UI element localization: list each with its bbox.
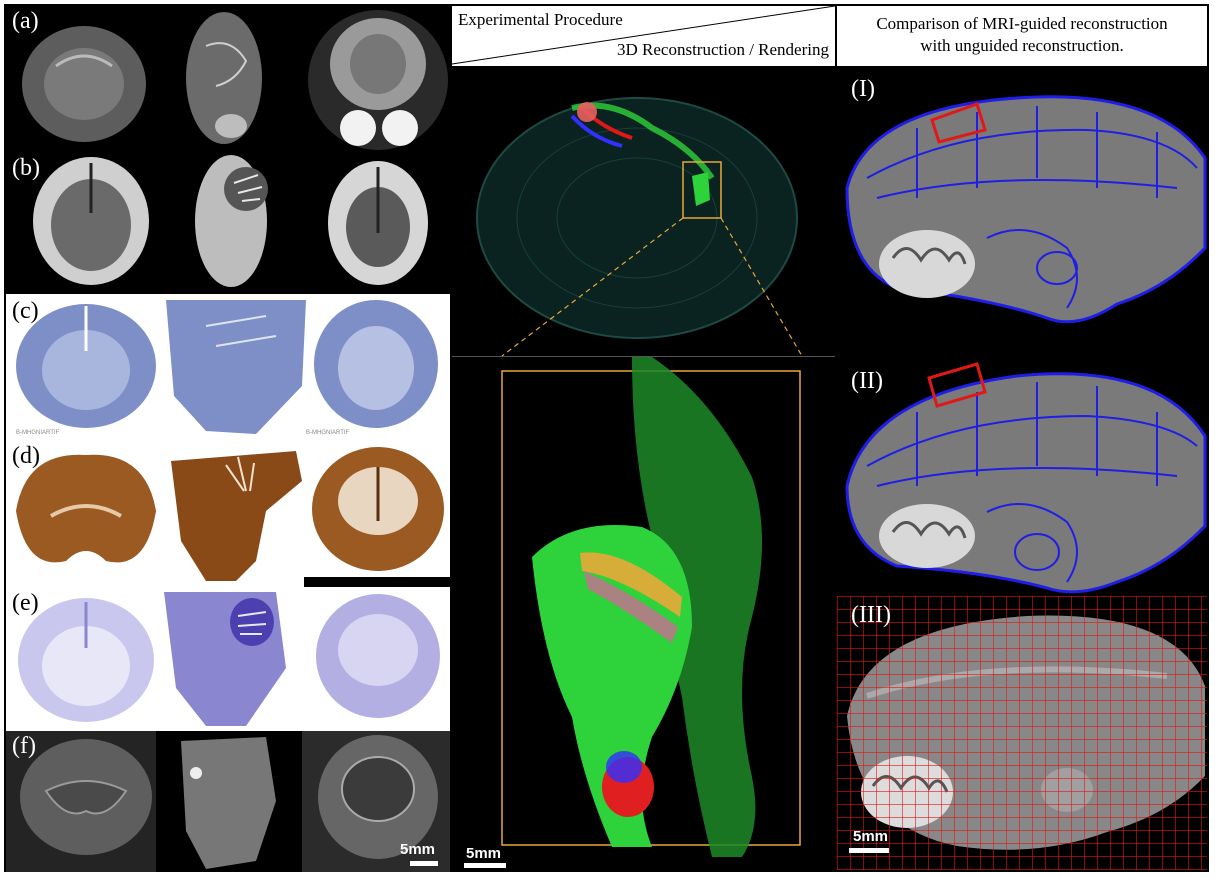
render-3d-image	[476, 97, 803, 356]
mri-row-a-image	[22, 10, 448, 150]
panel-I: (I)	[837, 68, 1207, 336]
stain-row-c-image	[16, 300, 438, 434]
scale-label-middle: 5mm	[466, 845, 502, 862]
right-column: Comparison of MRI-guided reconstruction …	[837, 6, 1207, 870]
label-b: (b)	[12, 155, 40, 181]
tiny-text-c1: B-MHGNIARTIF	[16, 430, 60, 436]
label-f: (f)	[12, 733, 36, 759]
row-c: (c) B-MHGNIARTIF B-MHGNIARTIF	[6, 296, 450, 439]
row-f: (f) 5mm	[6, 731, 450, 872]
tiny-text-c2: B-MHGNIARTIF	[306, 430, 350, 436]
header-comparison-line1: Comparison of MRI-guided reconstruction	[876, 14, 1168, 33]
label-III: (III)	[851, 602, 891, 628]
zoom-render-panel: 5mm	[452, 356, 835, 870]
label-a: (a)	[12, 8, 39, 34]
row-d: (d)	[6, 441, 450, 588]
left-column: (a) (b) (c) B-MHGNIARTIF B-MHGNIARTIF (d…	[6, 6, 452, 872]
mri-row-b-image	[33, 155, 428, 287]
header-comparison-line2: with unguided reconstruction.	[920, 36, 1124, 55]
scale-label-left: 5mm	[400, 841, 436, 858]
panel-III: (III) 5mm	[837, 596, 1207, 870]
zoom-render-image	[501, 357, 801, 857]
label-c: (c)	[12, 298, 39, 324]
stain-row-d-image	[16, 447, 450, 587]
scale-bar-middle	[464, 863, 506, 868]
right-header: Comparison of MRI-guided reconstruction …	[837, 6, 1207, 68]
stain-row-e-image	[18, 592, 440, 726]
middle-header: Experimental Procedure 3D Reconstruction…	[452, 6, 835, 68]
scale-label-right: 5mm	[853, 828, 889, 845]
middle-column: Experimental Procedure 3D Reconstruction…	[452, 6, 837, 870]
label-d: (d)	[12, 443, 40, 469]
row-a: (a)	[6, 6, 450, 153]
header-experimental-procedure: Experimental Procedure	[458, 10, 623, 29]
row-e: (e)	[6, 588, 450, 731]
scale-bar-left	[410, 861, 438, 866]
panel-II: (II)	[837, 336, 1207, 596]
label-e: (e)	[12, 590, 39, 616]
panel-III-image	[837, 596, 1207, 870]
panel-II-image	[845, 362, 1207, 594]
figure: (a) (b) (c) B-MHGNIARTIF B-MHGNIARTIF (d…	[4, 4, 1209, 872]
label-II: (II)	[851, 368, 883, 394]
panel-I-image	[845, 95, 1207, 324]
scale-bar-right	[849, 848, 889, 853]
header-3d-reconstruction: 3D Reconstruction / Rendering	[617, 40, 829, 59]
render-3d-panel	[452, 68, 835, 356]
grayscale-row-f-image	[6, 731, 450, 872]
row-b: (b)	[6, 153, 450, 294]
label-I: (I)	[851, 76, 875, 102]
